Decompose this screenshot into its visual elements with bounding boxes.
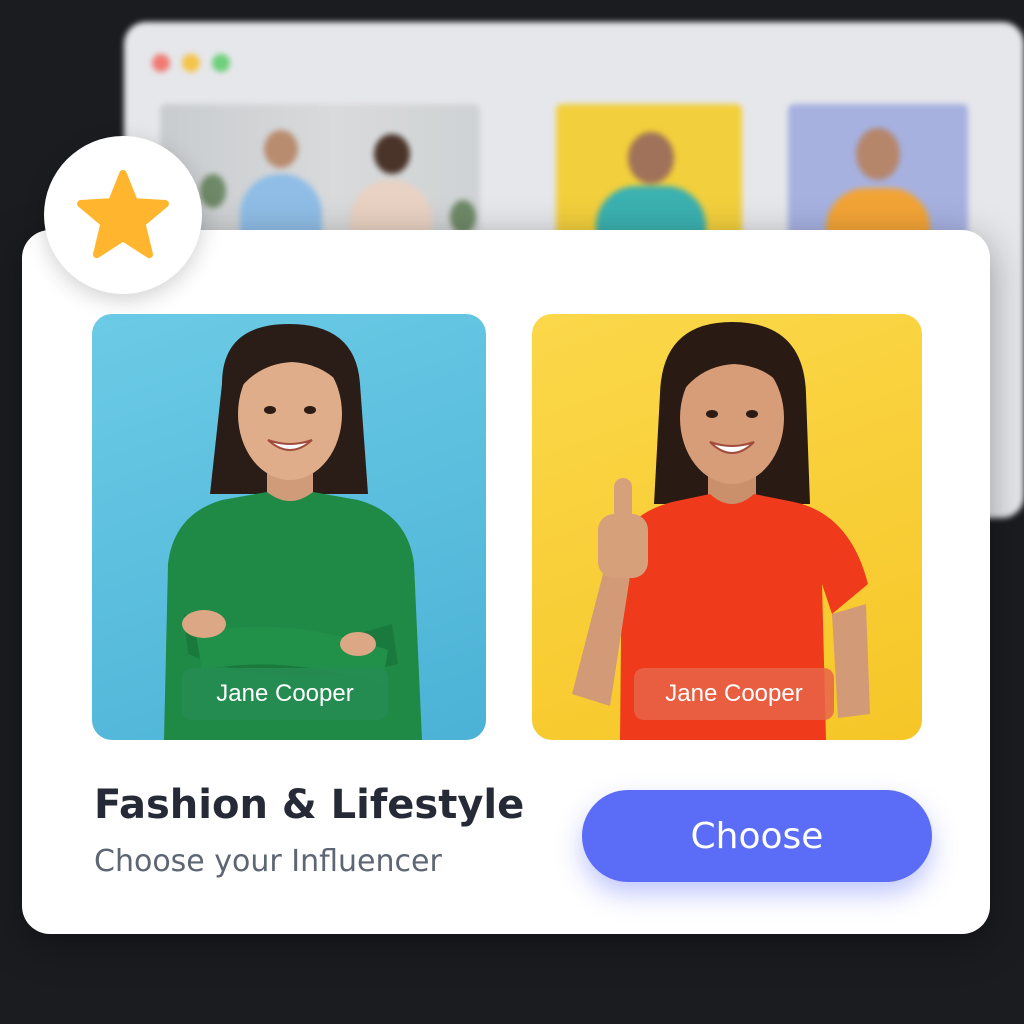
favorite-badge[interactable] xyxy=(44,136,202,294)
influencer-photo[interactable]: Jane Cooper xyxy=(92,314,486,740)
influencer-photo[interactable]: Jane Cooper xyxy=(532,314,922,740)
influencer-name-tag: Jane Cooper xyxy=(182,668,388,720)
star-icon xyxy=(77,170,169,259)
card-subtitle: Choose your Influencer xyxy=(94,844,442,879)
window-minimize-dot[interactable] xyxy=(182,54,200,72)
window-close-dot[interactable] xyxy=(152,54,170,72)
choose-button[interactable]: Choose xyxy=(582,790,932,882)
window-maximize-dot[interactable] xyxy=(212,54,230,72)
influencer-name-tag: Jane Cooper xyxy=(634,668,834,720)
card-title: Fashion & Lifestyle xyxy=(94,782,525,828)
influencer-card: Jane Cooper Jane Cooper Fashion & Lifest… xyxy=(22,230,990,934)
